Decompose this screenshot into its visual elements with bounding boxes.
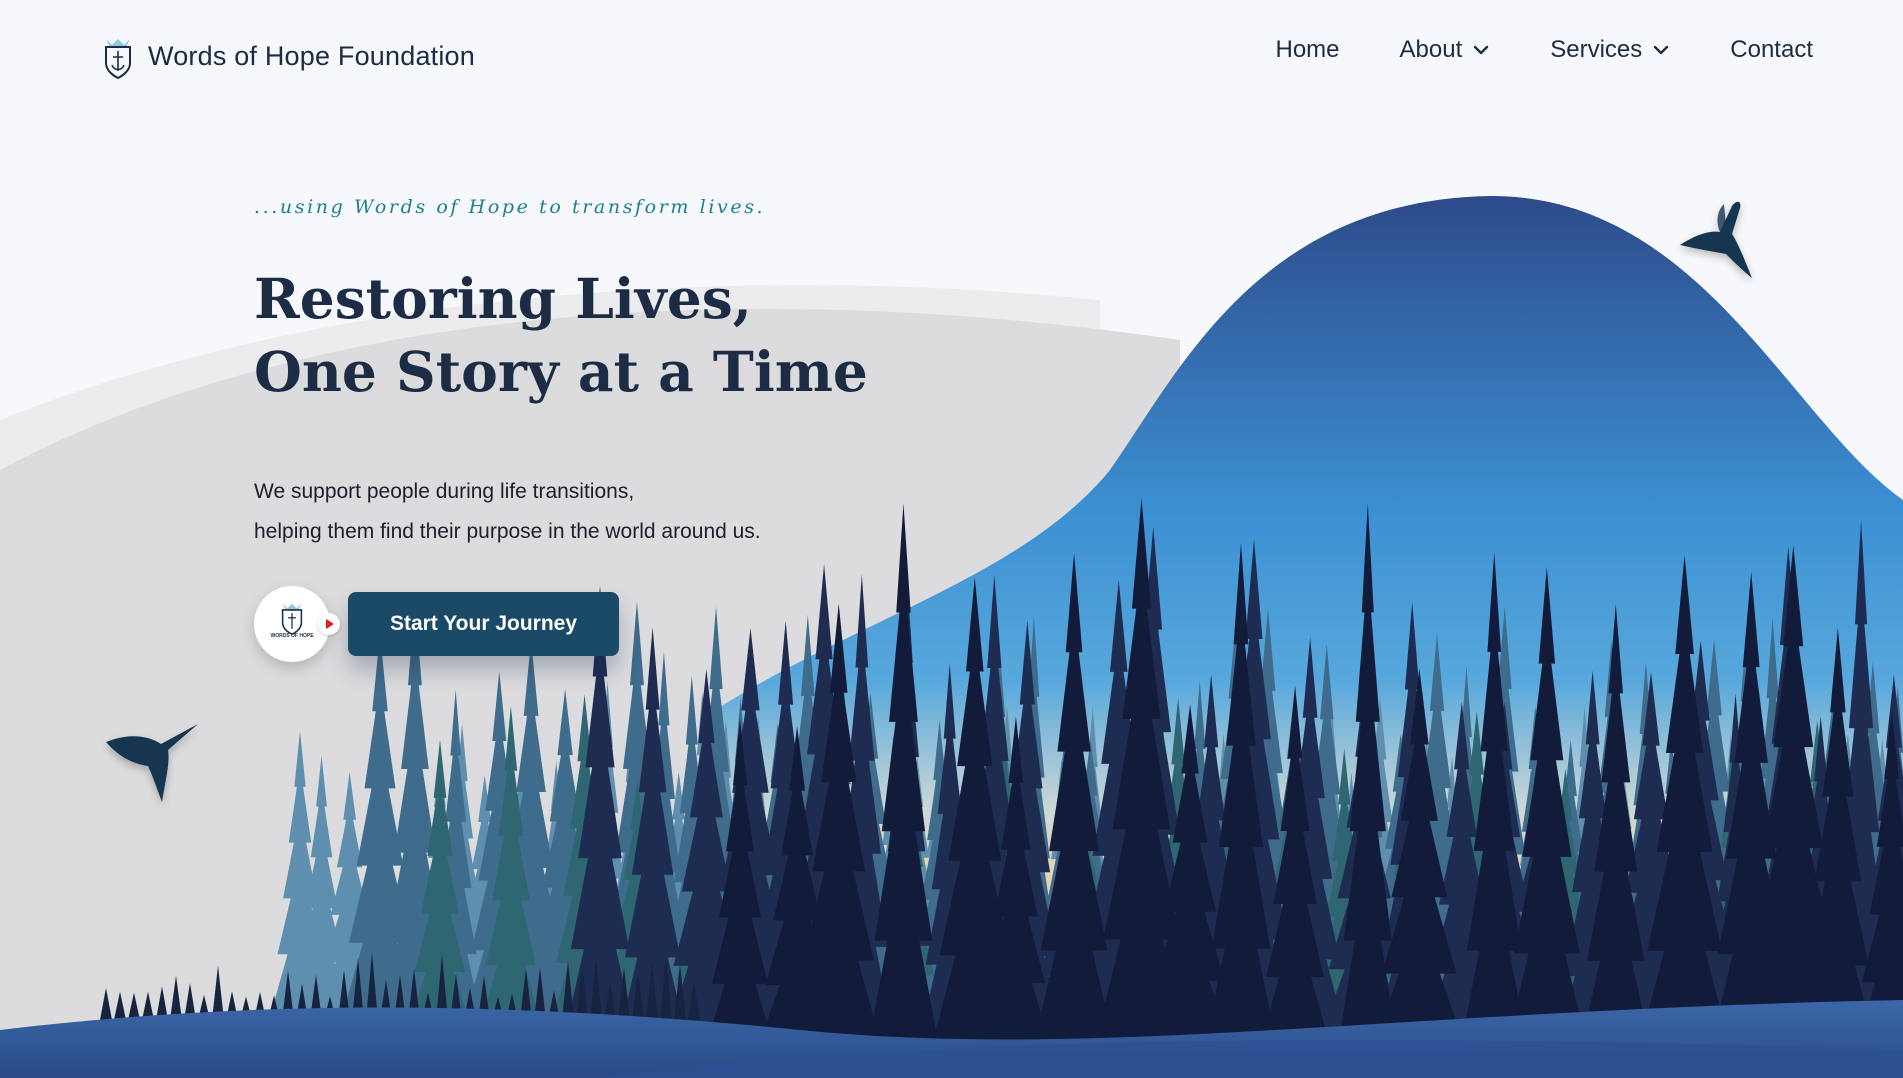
hummingbird-icon: [1680, 201, 1752, 278]
site-header: Words of Hope Foundation Home About Serv…: [0, 0, 1903, 112]
hero-description: We support people during life transition…: [254, 472, 868, 552]
start-journey-button[interactable]: Start Your Journey: [348, 592, 619, 656]
video-thumbnail[interactable]: WORDS OF HOPE: [254, 586, 340, 662]
nav-home-label: Home: [1275, 36, 1340, 63]
nav-home[interactable]: Home: [1276, 36, 1340, 64]
play-icon: [326, 619, 334, 629]
chevron-down-icon: [1654, 45, 1669, 55]
chevron-down-icon: [1474, 45, 1489, 55]
nav-about-label: About: [1399, 36, 1463, 63]
play-button[interactable]: [318, 613, 340, 635]
nav-contact-label: Contact: [1730, 36, 1813, 63]
video-thumb-label: WORDS OF HOPE: [270, 633, 314, 639]
headline-line-1: Restoring Lives,: [254, 266, 752, 331]
nav-contact[interactable]: Contact: [1730, 36, 1813, 64]
headline-line-2: One Story at a Time: [254, 339, 868, 404]
cta-row: WORDS OF HOPE Start Your Journey: [254, 586, 619, 662]
description-line-2: helping them find their purpose in the w…: [254, 520, 761, 543]
shield-dove-icon: [281, 603, 303, 635]
hero-tagline: ...using Words of Hope to transform live…: [254, 196, 766, 218]
nav-about[interactable]: About: [1400, 36, 1491, 64]
nav-services[interactable]: Services: [1550, 36, 1670, 64]
shield-dove-icon: [105, 39, 131, 79]
nav-services-label: Services: [1550, 36, 1643, 63]
brand-title: Words of Hope Foundation: [148, 40, 475, 71]
description-line-1: We support people during life transition…: [254, 480, 635, 503]
hero-section: ...using Words of Hope to transform live…: [254, 196, 868, 573]
brand-link[interactable]: Words of Hope Foundation: [102, 30, 475, 82]
hero-headline: Restoring Lives, One Story at a Time: [254, 262, 868, 408]
main-nav: Home About Services Contact: [1216, 36, 1814, 64]
